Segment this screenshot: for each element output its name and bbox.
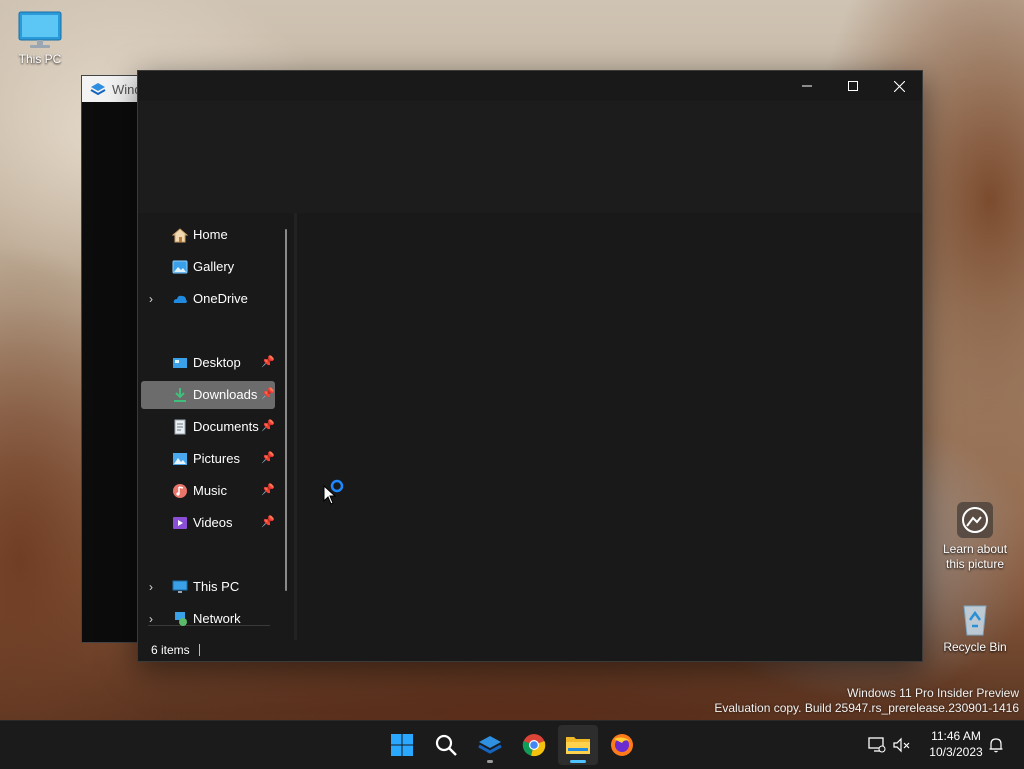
toolbar-area <box>138 101 922 213</box>
nav-item-gallery[interactable]: Gallery <box>141 253 275 281</box>
chrome-icon <box>522 734 546 757</box>
pictures-folder-icon <box>173 453 187 465</box>
system-tray: 11:46 AM 10/3/2023 <box>864 721 1024 769</box>
app-icon <box>478 736 502 754</box>
music-folder-icon <box>173 484 187 498</box>
minimize-button[interactable] <box>784 71 830 101</box>
clock-date: 10/3/2023 <box>929 745 983 759</box>
recycle-bin-icon <box>963 605 987 636</box>
app-button[interactable] <box>470 725 510 765</box>
nav-item-onedrive[interactable]: › OneDrive <box>141 285 275 313</box>
file-explorer-window[interactable]: Home Gallery › OneDrive Desktop 📌 Downlo… <box>137 70 923 662</box>
nav-item-music[interactable]: Music 📌 <box>141 477 275 505</box>
nav-item-network[interactable]: › Network <box>141 605 275 633</box>
home-icon <box>172 228 188 243</box>
close-icon <box>893 80 905 92</box>
desktop-icon-label: Recycle Bin <box>943 640 1007 654</box>
search-icon <box>435 734 457 756</box>
notification-bell-icon[interactable] <box>988 737 1004 753</box>
status-divider <box>199 644 200 656</box>
file-explorer-button[interactable] <box>558 725 598 765</box>
desktop-icon-this-pc[interactable]: This PC <box>0 10 80 67</box>
nav-item-label: Pictures <box>193 451 240 466</box>
nav-item-label: This PC <box>193 579 240 594</box>
desktop-icon-label: this picture <box>945 557 1005 571</box>
chrome-button[interactable] <box>514 725 554 765</box>
nav-item-downloads[interactable]: Downloads 📌 <box>141 381 275 409</box>
windows-logo-icon <box>391 734 413 756</box>
titlebar[interactable] <box>138 71 922 101</box>
folder-icon <box>566 737 590 754</box>
item-count: 6 items <box>151 643 190 657</box>
windows-watermark: Windows 11 Pro Insider Preview Evaluatio… <box>714 686 1019 716</box>
pin-icon[interactable]: 📌 <box>261 419 275 433</box>
nav-item-label: OneDrive <box>193 291 248 306</box>
watermark-line-2: Evaluation copy. Build 25947.rs_prerelea… <box>714 701 1019 715</box>
minimize-icon <box>802 85 812 87</box>
navigation-pane[interactable]: Home Gallery › OneDrive Desktop 📌 Downlo… <box>138 213 294 640</box>
pin-icon[interactable]: 📌 <box>261 387 275 401</box>
desktop-icon-recycle-bin[interactable]: Recycle Bin <box>935 598 1015 655</box>
nav-item-pictures[interactable]: Pictures 📌 <box>141 445 275 473</box>
nav-item-label: Desktop <box>193 355 241 370</box>
nav-item-this-pc[interactable]: › This PC <box>141 573 275 601</box>
gallery-icon <box>172 260 188 274</box>
this-pc-icon <box>172 580 188 593</box>
network-icon <box>175 612 187 626</box>
clock-time: 11:46 AM <box>931 729 981 743</box>
downloads-folder-icon <box>174 388 186 402</box>
nav-item-label: Documents <box>193 419 259 434</box>
close-button[interactable] <box>876 71 922 101</box>
videos-folder-icon <box>173 517 187 529</box>
search-button[interactable] <box>426 725 466 765</box>
watermark-line-1: Windows 11 Pro Insider Preview <box>847 686 1019 700</box>
documents-folder-icon <box>174 419 186 435</box>
chevron-right-icon[interactable]: › <box>149 580 161 594</box>
nav-item-label: Network <box>193 611 241 626</box>
onedrive-icon <box>173 295 187 303</box>
navigation-scrollbar[interactable] <box>285 229 287 591</box>
pin-icon[interactable]: 📌 <box>261 515 275 529</box>
pin-icon[interactable]: 📌 <box>261 355 275 369</box>
volume-muted-icon[interactable] <box>893 737 911 753</box>
maximize-icon <box>848 81 858 91</box>
nav-item-label: Videos <box>193 515 233 530</box>
file-list-area[interactable] <box>297 213 922 640</box>
maximize-button[interactable] <box>830 71 876 101</box>
desktop-folder-icon <box>173 358 187 368</box>
nav-item-label: Music <box>193 483 227 498</box>
desktop-icon-label: Learn about <box>942 542 1008 556</box>
background-window[interactable]: Wind <box>81 75 143 643</box>
status-bar: 6 items <box>138 640 922 661</box>
running-indicator <box>487 760 493 763</box>
taskbar: 11:46 AM 10/3/2023 <box>0 720 1024 769</box>
firefox-button[interactable] <box>602 725 642 765</box>
busy-spinner-icon <box>330 479 344 493</box>
firefox-icon <box>611 734 633 756</box>
network-status-icon[interactable] <box>868 737 886 753</box>
background-window-titlebar[interactable]: Wind <box>82 76 142 102</box>
desktop-icon-learn-about-picture[interactable]: Learn about this picture <box>935 500 1015 572</box>
nav-item-documents[interactable]: Documents 📌 <box>141 413 275 441</box>
active-indicator <box>570 760 586 763</box>
pin-icon[interactable]: 📌 <box>261 483 275 497</box>
clock[interactable]: 11:46 AM 10/3/2023 <box>916 728 996 760</box>
pin-icon[interactable]: 📌 <box>261 451 275 465</box>
nav-item-videos[interactable]: Videos 📌 <box>141 509 275 537</box>
start-button[interactable] <box>382 725 422 765</box>
chevron-right-icon[interactable]: › <box>149 292 161 306</box>
chevron-right-icon[interactable]: › <box>149 612 161 626</box>
nav-item-desktop[interactable]: Desktop 📌 <box>141 349 275 377</box>
desktop-icon-label: This PC <box>18 52 62 66</box>
nav-item-label: Home <box>193 227 228 242</box>
nav-item-home[interactable]: Home <box>141 221 275 249</box>
app-icon <box>90 83 106 96</box>
nav-item-label: Downloads <box>193 387 258 402</box>
monitor-icon <box>18 11 62 48</box>
camera-info-icon <box>957 502 993 538</box>
nav-item-label: Gallery <box>193 259 235 274</box>
